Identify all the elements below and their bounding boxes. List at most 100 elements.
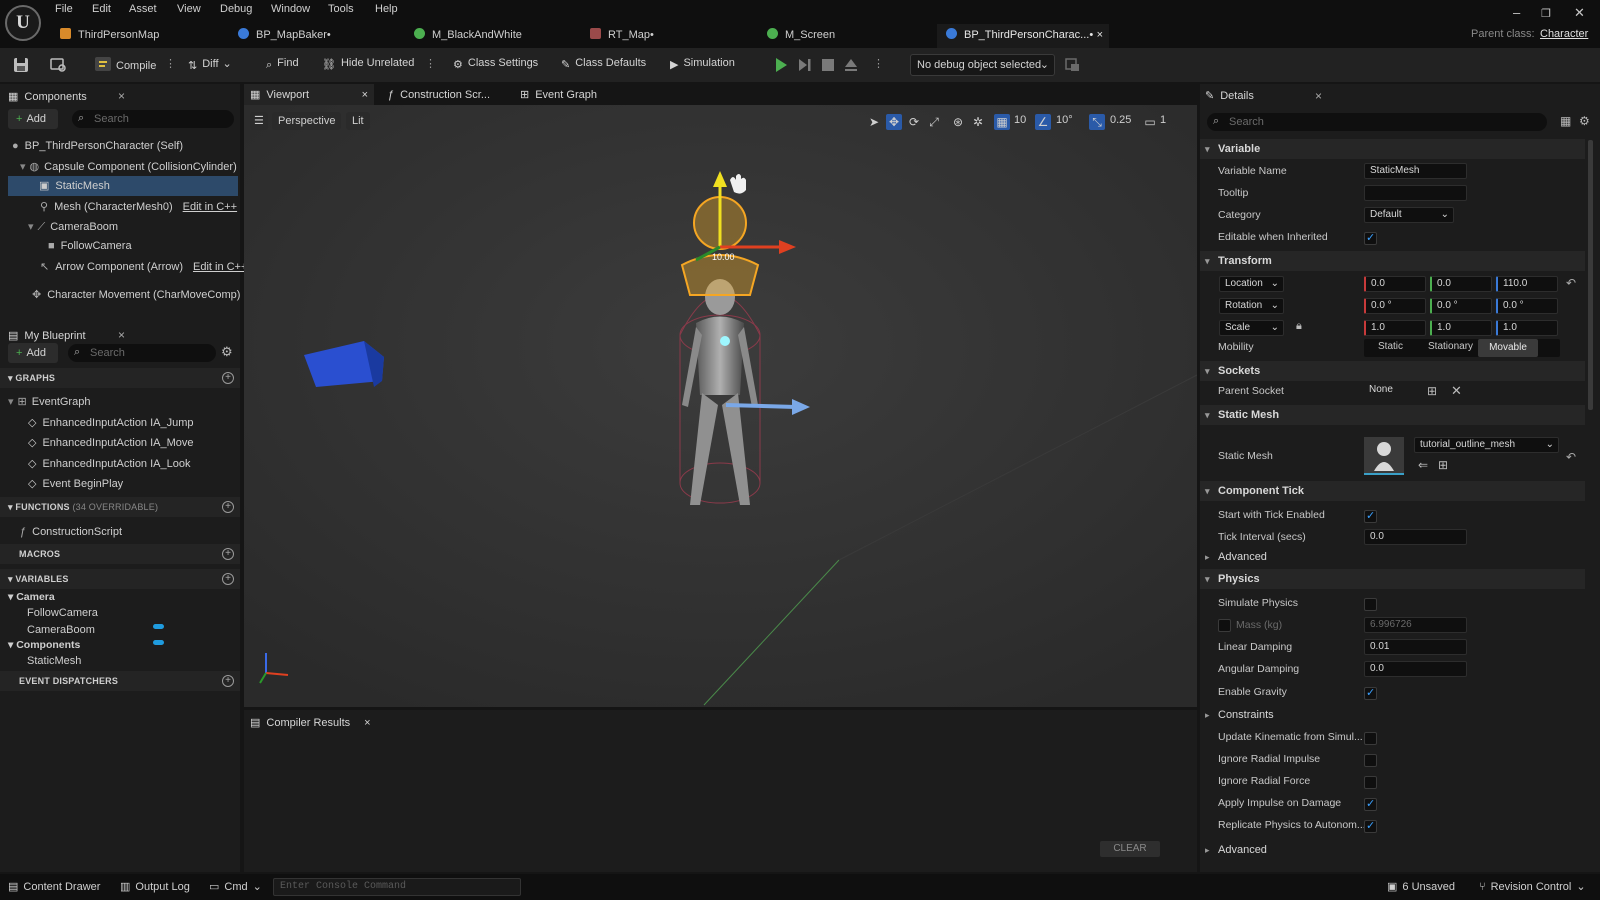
add-dispatcher-icon[interactable]: + [222,675,234,687]
class-defaults-button[interactable]: ✎ Class Defaults [561,57,646,71]
variable-cameraboom[interactable]: CameraBoom [27,624,95,636]
play-icon[interactable] [773,57,789,73]
camera-speed-icon[interactable]: ▭ [1142,114,1158,130]
compile-options-icon[interactable]: ⋮ [165,57,176,70]
viewport[interactable]: 10.00 ☰ Perspective Lit ➤ ✥ ⟳ ⤢ ⊛ ✲ ▦ 10… [244,105,1197,707]
mobility-static-option[interactable]: Static [1378,341,1403,352]
graph-item-ia-look[interactable]: ◇ EnhancedInputAction IA_Look [28,457,190,470]
apply-impulse-checkbox[interactable] [1364,797,1377,811]
mass-override-checkbox[interactable] [1218,619,1231,632]
event-graph-item[interactable]: ▾ ⊞ EventGraph [8,395,90,408]
maximize-icon[interactable]: ❐ [1541,7,1551,20]
variable-section-header[interactable]: ▾ Variable [1200,139,1585,159]
static-mesh-section-header[interactable]: ▾ Static Mesh [1200,405,1585,425]
close-icon[interactable]: × [362,84,368,106]
unreal-logo-icon[interactable]: U [5,5,41,41]
variables-header[interactable]: ▾ VARIABLES + [0,569,240,589]
component-self[interactable]: ● BP_ThirdPersonCharacter (Self) [12,140,183,152]
scale-mode-select[interactable]: Scale ⌄ [1219,320,1284,336]
mesh-thumbnail[interactable] [1364,437,1404,475]
menu-window[interactable]: Window [271,3,310,15]
rotation-snap-icon[interactable]: ∠ [1035,114,1051,130]
details-scrollbar[interactable] [1588,140,1593,410]
scale-x-field[interactable]: 1.0 [1364,320,1426,336]
tab-thirdpersonmap[interactable]: ThirdPersonMap [60,24,159,48]
details-tab[interactable]: ✎ Details [1205,85,1254,107]
add-blueprint-item-button[interactable]: + Add [8,343,58,363]
stop-icon[interactable] [820,57,836,73]
tab-event-graph[interactable]: ⊞ Event Graph [520,84,597,106]
minimize-icon[interactable]: – [1513,5,1520,20]
details-search-input[interactable]: ⌕ Search [1207,113,1547,131]
lit-button[interactable]: Lit [346,112,370,130]
rotation-y-field[interactable]: 0.0 ° [1430,298,1492,314]
static-mesh-select[interactable]: tutorial_outline_mesh ⌄ [1414,437,1559,453]
add-variable-icon[interactable]: + [222,573,234,585]
transform-section-header[interactable]: ▾ Transform [1200,251,1585,271]
variable-group-camera[interactable]: ▾ Camera [8,591,55,603]
debug-object-select[interactable]: No debug object selected ⌄ [910,54,1055,76]
edit-in-cpp-link[interactable]: Edit in C++ [193,261,247,273]
graph-item-ia-move[interactable]: ◇ EnhancedInputAction IA_Move [28,436,194,449]
ignore-radial-force-checkbox[interactable] [1364,776,1377,789]
unsaved-button[interactable]: ▣ 6 Unsaved [1387,880,1455,893]
scale-z-field[interactable]: 1.0 [1496,320,1558,336]
rotate-mode-icon[interactable]: ⟳ [906,114,922,130]
parent-class-link[interactable]: Character [1540,28,1588,40]
close-icon[interactable]: × [118,328,125,342]
linear-damping-field[interactable]: 0.01 [1364,639,1467,655]
find-button[interactable]: ⌕ Find [266,57,299,72]
close-icon[interactable]: × [364,717,370,729]
lock-icon[interactable]: 🔒︎ [1296,320,1302,333]
tab-m-screen[interactable]: M_Screen [767,24,835,48]
graph-item-ia-jump[interactable]: ◇ EnhancedInputAction IA_Jump [28,416,194,429]
add-function-icon[interactable]: + [222,501,234,513]
tab-m-blackandwhite[interactable]: M_BlackAndWhite [414,24,522,48]
scale-snap-icon[interactable]: ⤡ [1089,114,1105,130]
close-window-icon[interactable]: ✕ [1574,5,1585,21]
select-mode-icon[interactable]: ➤ [866,114,882,130]
translate-mode-icon[interactable]: ✥ [886,114,902,130]
diff-button[interactable]: ⇅ Diff ⌄ [188,57,232,72]
constraints-row[interactable]: ▸ Constraints [1200,705,1585,725]
menu-edit[interactable]: Edit [92,3,111,15]
gear-icon[interactable]: ⚙ [221,344,233,360]
browse-asset-icon[interactable]: ⊞ [1438,458,1448,472]
menu-debug[interactable]: Debug [220,3,252,15]
replicate-physics-checkbox[interactable] [1364,819,1377,833]
component-followcamera[interactable]: ■ FollowCamera [48,240,132,252]
add-component-button[interactable]: + Add [8,109,58,129]
reset-to-default-icon[interactable]: ↶ [1566,450,1576,464]
property-matrix-icon[interactable]: ▦ [1560,114,1571,128]
hide-unrelated-button[interactable]: ⛓ Hide Unrelated [322,57,414,71]
start-tick-checkbox[interactable] [1364,509,1377,523]
event-dispatchers-header[interactable]: EVENT DISPATCHERS + [0,671,240,691]
gear-icon[interactable]: ⚙ [1579,114,1590,128]
tab-viewport[interactable]: ▦ Viewport × [244,84,374,106]
enable-gravity-checkbox[interactable] [1364,686,1377,700]
angular-damping-field[interactable]: 0.0 [1364,661,1467,677]
surface-snap-icon[interactable]: ✲ [970,114,986,130]
macros-header[interactable]: MACROS + [0,544,240,564]
variable-followcamera[interactable]: FollowCamera [27,607,98,619]
perspective-button[interactable]: Perspective [272,112,342,130]
category-select[interactable]: Default ⌄ [1364,207,1454,223]
mobility-movable-option[interactable]: Movable [1478,339,1538,357]
close-icon[interactable]: × [118,89,125,103]
component-mesh[interactable]: ⚲ Mesh (CharacterMesh0) Edit in C++ [40,200,237,213]
advanced-tick-row[interactable]: ▸ Advanced [1200,547,1585,567]
menu-help[interactable]: Help [375,3,398,15]
content-drawer-button[interactable]: ▤ Content Drawer [8,880,100,893]
location-z-field[interactable]: 110.0 [1496,276,1558,292]
ignore-radial-impulse-checkbox[interactable] [1364,754,1377,767]
component-capsule[interactable]: ▾ ◍ Capsule Component (CollisionCylinder) [20,160,237,173]
components-search-input[interactable]: ⌕ Search [72,110,234,128]
browse-asset-icon[interactable] [50,57,68,73]
functions-header[interactable]: ▾ FUNCTIONS (34 OVERRIDABLE) + [0,497,240,517]
component-tick-section-header[interactable]: ▾ Component Tick [1200,481,1585,501]
tab-bp-thirdpersoncharacter[interactable]: BP_ThirdPersonCharac...• × [937,24,1109,48]
hide-unrelated-options-icon[interactable]: ⋮ [425,57,436,70]
location-mode-select[interactable]: Location ⌄ [1219,276,1284,292]
components-tab[interactable]: ▦ Components [8,86,87,108]
debug-browse-icon[interactable] [1065,58,1081,72]
